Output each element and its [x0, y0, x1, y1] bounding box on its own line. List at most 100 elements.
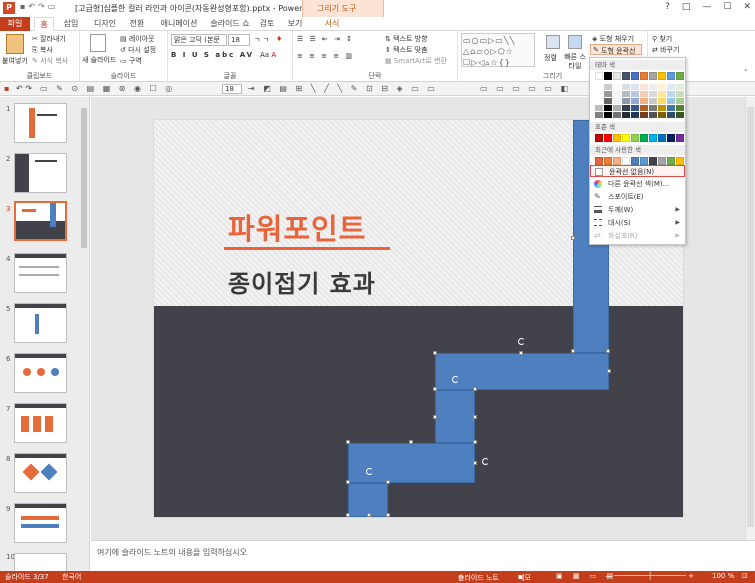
smartart-button[interactable]: ▦ SmartArt로 변환 [385, 56, 447, 66]
theme-shade-swatch[interactable] [622, 98, 630, 104]
grow-font-icon[interactable]: ㄱ ㄱ [254, 35, 269, 45]
slide-thumbnail-7[interactable] [14, 403, 67, 443]
align-text-button[interactable]: ⇕ 텍스트 맞춤 [385, 45, 428, 55]
theme-shade-swatch[interactable] [676, 105, 684, 111]
list-icons[interactable]: ☰ ☰ ⇤ ⇥ ↕ [297, 35, 354, 43]
theme-shade-swatch[interactable] [622, 91, 630, 97]
standard-color-swatch[interactable] [676, 134, 684, 142]
standard-color-swatch[interactable] [604, 134, 612, 142]
selection-handle[interactable] [346, 513, 350, 517]
selection-handle[interactable] [433, 387, 437, 391]
theme-shade-swatch[interactable] [640, 84, 648, 90]
theme-shade-swatch[interactable] [631, 98, 639, 104]
cut-button[interactable]: ✂ 잘라내기 [32, 34, 66, 44]
theme-color-swatch[interactable] [613, 72, 621, 80]
zoom-level[interactable]: 100 % [712, 572, 734, 580]
redo-icon[interactable]: ↷ [38, 2, 45, 14]
theme-shade-swatch[interactable] [595, 112, 603, 118]
recent-color-swatch[interactable] [604, 157, 612, 165]
theme-shade-swatch[interactable] [676, 112, 684, 118]
theme-shade-swatch[interactable] [622, 84, 630, 90]
theme-shade-swatch[interactable] [640, 98, 648, 104]
shape-outline-button[interactable]: ✎ 도형 윤곽선 [590, 44, 642, 55]
folded-shape-horizontal-1[interactable] [435, 353, 609, 390]
notes-placeholder[interactable]: 여기에 슬라이드 노트의 내용을 입력하십시오 [97, 547, 247, 558]
theme-shade-swatch[interactable] [631, 112, 639, 118]
recent-color-swatch[interactable] [649, 157, 657, 165]
selection-handle[interactable] [409, 440, 413, 444]
theme-shade-swatch[interactable] [631, 84, 639, 90]
recent-color-swatch[interactable] [658, 157, 666, 165]
collapse-ribbon-icon[interactable]: ˄ [744, 69, 748, 77]
theme-color-swatch[interactable] [658, 72, 666, 80]
recent-color-swatch[interactable] [631, 157, 639, 165]
theme-shade-swatch[interactable] [658, 91, 666, 97]
selection-handle[interactable] [386, 480, 390, 484]
tab-format[interactable]: 서식 [320, 17, 344, 31]
theme-shade-swatch[interactable] [649, 98, 657, 104]
theme-shade-swatch[interactable] [613, 105, 621, 111]
theme-shade-swatch[interactable] [640, 112, 648, 118]
theme-shade-swatch[interactable] [649, 105, 657, 111]
theme-shade-swatch[interactable] [649, 91, 657, 97]
selection-handle[interactable] [386, 513, 390, 517]
shape-fill-button[interactable]: ◈ 도형 채우기 [592, 34, 634, 44]
fit-slide-icon[interactable]: ⊡ [742, 572, 748, 580]
paste-button[interactable]: 붙여넣기 [2, 56, 28, 66]
tab-view[interactable]: 보기 [284, 17, 306, 31]
recent-color-swatch[interactable] [676, 157, 684, 165]
theme-color-swatch[interactable] [667, 72, 675, 80]
no-outline-menu-item[interactable]: 윤곽선 없음(N) [590, 165, 685, 177]
quick-styles-button[interactable]: 빠른 스타일 [564, 53, 586, 71]
theme-color-swatch[interactable] [676, 72, 684, 80]
undo-icon[interactable]: ↶ [28, 2, 35, 14]
selection-handle[interactable] [346, 440, 350, 444]
format-bar-icons-right[interactable]: ▭ ▭ ▭ ▭ ▭ ◧ [480, 84, 571, 93]
theme-shade-swatch[interactable] [649, 84, 657, 90]
selection-handle[interactable] [473, 387, 477, 391]
align-icons[interactable]: ≡ ≡ ≡ ≡ ▥ [297, 52, 354, 60]
copy-button[interactable]: ⎘ 복사 [32, 45, 53, 55]
find-button[interactable]: ⚲ 찾기 [652, 34, 672, 44]
theme-shade-swatch[interactable] [667, 112, 675, 118]
rotate-handle-icon[interactable] [366, 468, 373, 475]
eyedropper-menu-item[interactable]: ✎ 스포이트(E) [590, 191, 685, 203]
selection-handle[interactable] [433, 415, 437, 419]
tab-home[interactable]: 홈 [34, 17, 54, 31]
theme-shade-swatch[interactable] [676, 91, 684, 97]
theme-shade-swatch[interactable] [631, 105, 639, 111]
folded-shape-vertical-mid[interactable] [435, 390, 475, 443]
new-slide-icon[interactable] [90, 34, 106, 52]
theme-shade-swatch[interactable] [595, 84, 603, 90]
recent-color-swatch[interactable] [622, 157, 630, 165]
replace-button[interactable]: ⇄ 바꾸기 [652, 45, 679, 55]
undo-quick-icon[interactable]: ↶ ↷ [16, 84, 32, 93]
standard-color-swatch[interactable] [667, 134, 675, 142]
dashes-menu-item[interactable]: 대시(S) ▶ [590, 217, 685, 229]
font-style-icons[interactable]: B I U S abc AV [171, 51, 254, 59]
slide-subtitle[interactable]: 종이접기 효과 [228, 264, 376, 299]
theme-shade-swatch[interactable] [604, 84, 612, 90]
tab-design[interactable]: 디자인 [90, 17, 120, 31]
recent-color-swatch[interactable] [640, 157, 648, 165]
slide-thumbnail-8[interactable] [14, 453, 67, 493]
language-indicator[interactable]: 한국어 [62, 572, 81, 582]
canvas-scrollbar[interactable] [745, 97, 755, 540]
thumbnail-scrollbar[interactable] [80, 100, 88, 568]
tab-transitions[interactable]: 전환 [126, 17, 148, 31]
slideshow-icon[interactable]: ▭ [48, 2, 56, 14]
zoom-slider[interactable]: — ────────┼──────── + [605, 572, 694, 580]
slide-title[interactable]: 파워포인트 [228, 206, 366, 248]
minimize-button[interactable]: — [702, 2, 711, 12]
save-quick-icon[interactable]: ▪ [4, 84, 9, 93]
theme-shade-swatch[interactable] [649, 112, 657, 118]
theme-shade-swatch[interactable] [604, 112, 612, 118]
selection-handle[interactable] [433, 351, 437, 355]
theme-shade-swatch[interactable] [604, 105, 612, 111]
theme-shade-swatch[interactable] [613, 112, 621, 118]
theme-shade-swatch[interactable] [658, 105, 666, 111]
theme-shade-swatch[interactable] [622, 112, 630, 118]
text-direction-button[interactable]: ⇅ 텍스트 방향 [385, 34, 428, 44]
standard-color-swatch[interactable] [631, 134, 639, 142]
font-color-icon[interactable]: Aa A [260, 51, 276, 59]
